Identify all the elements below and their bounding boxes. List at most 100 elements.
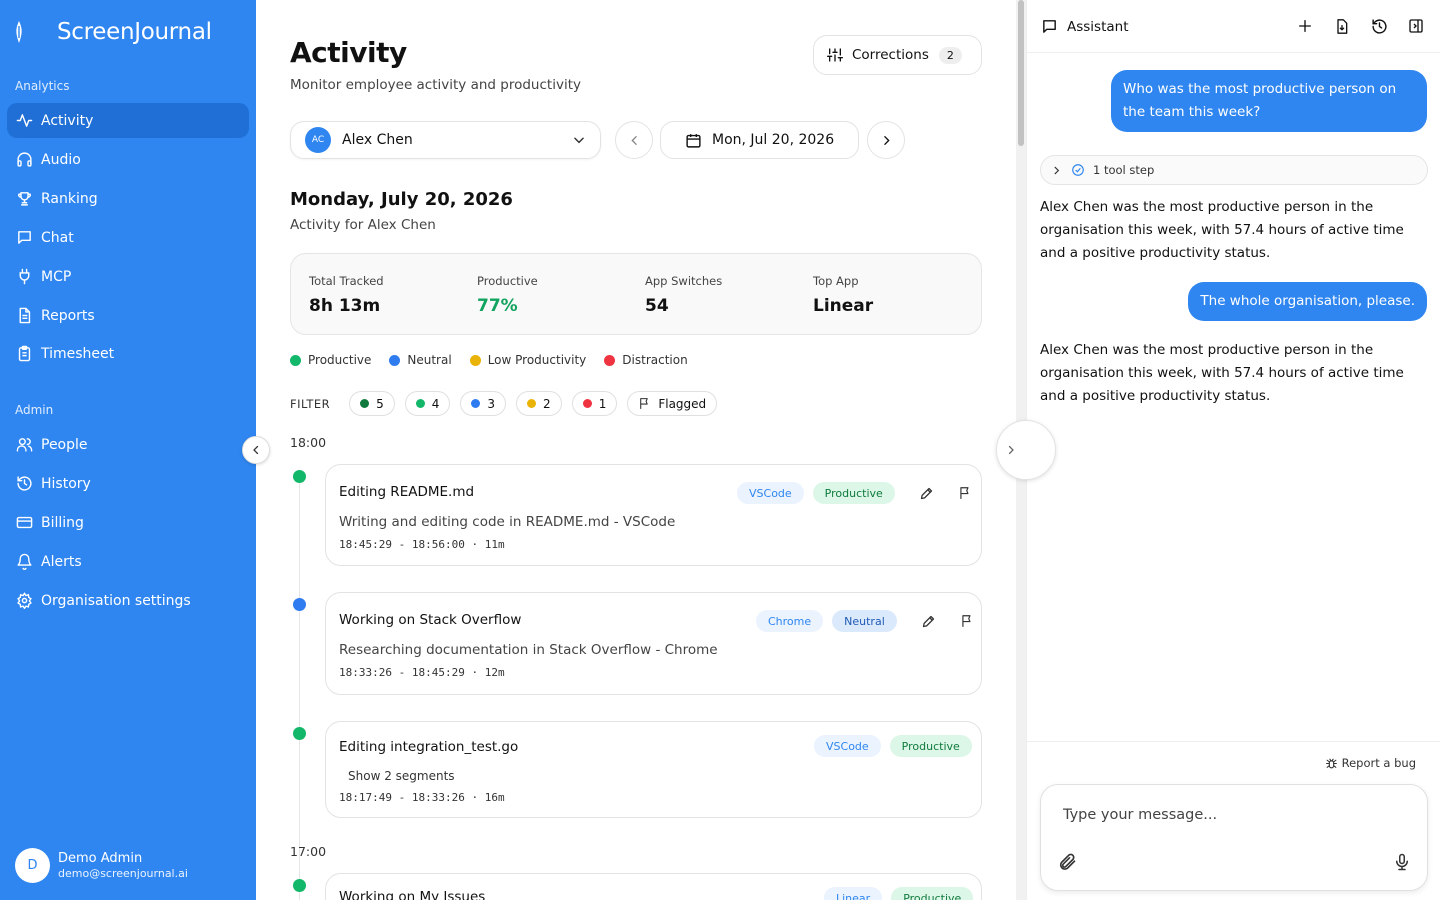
corrections-button[interactable]: Corrections 2: [813, 35, 982, 75]
sidebar-item-audio[interactable]: Audio: [7, 142, 249, 177]
clipboard-icon: [18, 345, 31, 362]
gear-icon: [17, 592, 32, 609]
activity-tags: Chrome Neutral: [756, 610, 982, 632]
filter-count: 2: [543, 396, 551, 411]
user-message: Who was the most productive person on th…: [1111, 70, 1427, 132]
brand[interactable]: ScreenJournal: [12, 16, 212, 48]
sidebar-item-reports[interactable]: Reports: [7, 298, 249, 333]
sidebar-item-mcp[interactable]: MCP: [7, 259, 249, 294]
status-badge: Productive: [889, 735, 972, 757]
chevron-right-icon: [1008, 445, 1014, 455]
sidebar-item-chat[interactable]: Chat: [7, 220, 249, 255]
flag-button[interactable]: [950, 482, 980, 504]
activity-title: Editing README.md: [339, 484, 475, 500]
calendar-icon: [686, 133, 701, 148]
sidebar-item-label: Chat: [41, 229, 74, 246]
history-icon: [17, 476, 32, 491]
filter-dot: [527, 399, 537, 408]
attach-button[interactable]: [1057, 852, 1077, 876]
activity-icon: [16, 114, 33, 127]
history-button[interactable]: [1369, 16, 1389, 36]
activity-card[interactable]: Editing README.md VSCode Productive Writ…: [325, 464, 982, 566]
microphone-button[interactable]: [1393, 852, 1411, 876]
filter-chip-3[interactable]: 3: [460, 391, 507, 416]
sidebar-item-people[interactable]: People: [7, 427, 249, 462]
message-input[interactable]: [1063, 807, 1403, 823]
page-title: Activity: [290, 36, 407, 69]
sidebar-item-timesheet[interactable]: Timesheet: [7, 336, 249, 371]
filter-chip-4[interactable]: 4: [404, 391, 451, 416]
file-download-icon: [1337, 18, 1348, 34]
microphone-icon: [1396, 853, 1408, 871]
sidebar-item-billing[interactable]: Billing: [7, 505, 249, 540]
filter-chip-2[interactable]: 2: [516, 391, 562, 416]
day-subtitle: Activity for Alex Chen: [290, 217, 436, 233]
panel-right-icon: [1409, 19, 1423, 33]
trophy-icon: [18, 192, 31, 206]
date-picker-button[interactable]: Mon, Jul 20, 2026: [660, 121, 859, 159]
sidebar-item-label: Reports: [41, 307, 95, 324]
flag-icon: [960, 487, 969, 499]
stat-value: 8h 13m: [309, 296, 381, 316]
stat-top-app: Top App Linear: [813, 274, 873, 316]
export-button[interactable]: [1332, 16, 1352, 36]
app-badge: VSCode: [737, 482, 804, 504]
activity-card[interactable]: Working on Stack Overflow Chrome Neutral…: [325, 592, 982, 695]
sidebar-item-ranking[interactable]: Ranking: [7, 181, 249, 216]
sidebar-item-organisation-settings[interactable]: Organisation settings: [7, 583, 249, 618]
chevron-left-icon: [630, 135, 637, 145]
flag-button[interactable]: [952, 610, 982, 632]
edit-button[interactable]: [914, 610, 944, 632]
sidebar-item-label: MCP: [41, 268, 72, 285]
toggle-panel-button[interactable]: [1406, 16, 1426, 36]
sidebar-item-label: Activity: [41, 112, 94, 129]
show-segments-link[interactable]: Show 2 segments: [348, 769, 455, 783]
composer-divider: [1027, 741, 1440, 742]
chevron-right-icon: [1054, 166, 1060, 174]
user-profile[interactable]: D Demo Admin demo@screenjournal.ai: [15, 848, 188, 883]
stat-value: 77%: [477, 296, 518, 316]
day-title: Monday, July 20, 2026: [290, 189, 513, 210]
assistant-message: Alex Chen was the most productive person…: [1040, 342, 1404, 404]
scrollbar-thumb[interactable]: [1018, 0, 1024, 146]
sidebar-item-history[interactable]: History: [7, 466, 249, 501]
filter-chip-1[interactable]: 1: [571, 391, 618, 416]
tool-step-toggle[interactable]: 1 tool step: [1040, 155, 1428, 185]
edit-button[interactable]: [912, 482, 942, 504]
timeline-dot: [293, 470, 306, 483]
bell-icon: [17, 553, 32, 570]
collapse-assistant-button[interactable]: [996, 420, 1056, 480]
legend-item-productive: Productive: [290, 353, 371, 367]
previous-day-button[interactable]: [615, 121, 653, 159]
sidebar-item-label: Billing: [41, 514, 84, 531]
next-day-button[interactable]: [867, 121, 905, 159]
activity-card[interactable]: Editing integration_test.go VSCode Produ…: [325, 721, 982, 818]
new-chat-button[interactable]: [1295, 16, 1315, 36]
plus-icon: [1299, 20, 1311, 32]
assistant-toolbar: [1278, 16, 1426, 36]
filter-dot: [582, 399, 592, 408]
timeline-dot: [293, 598, 306, 611]
filter-chip-flagged[interactable]: Flagged: [627, 391, 718, 416]
report-bug-button[interactable]: Report a bug: [1325, 756, 1416, 770]
legend: Productive Neutral Low Productivity Dist…: [290, 353, 706, 367]
assistant-title: Assistant: [1067, 18, 1129, 35]
filter-dot: [415, 399, 425, 408]
filter-count: 5: [376, 396, 384, 411]
activity-card[interactable]: Working on My Issues Linear Productive: [325, 873, 982, 900]
activity-description: Researching documentation in Stack Overf…: [339, 642, 718, 658]
sidebar-item-activity[interactable]: Activity: [7, 103, 249, 138]
filter-chip-5[interactable]: 5: [349, 391, 395, 416]
stat-total-tracked: Total Tracked 8h 13m: [309, 274, 384, 316]
brand-name: ScreenJournal: [57, 19, 212, 45]
person-select[interactable]: AC Alex Chen: [290, 121, 601, 159]
history-icon: [1371, 18, 1387, 34]
sidebar-item-alerts[interactable]: Alerts: [7, 544, 249, 579]
legend-item-low-productivity: Low Productivity: [469, 353, 586, 367]
user-email: demo@screenjournal.ai: [58, 867, 188, 880]
activity-time: 18:17:49 - 18:33:26 · 16m: [339, 791, 505, 804]
chat-icon: [1043, 20, 1056, 33]
app-badge: Linear: [824, 887, 883, 900]
legend-label: Productive: [308, 353, 372, 367]
user-name: Demo Admin: [58, 851, 143, 866]
